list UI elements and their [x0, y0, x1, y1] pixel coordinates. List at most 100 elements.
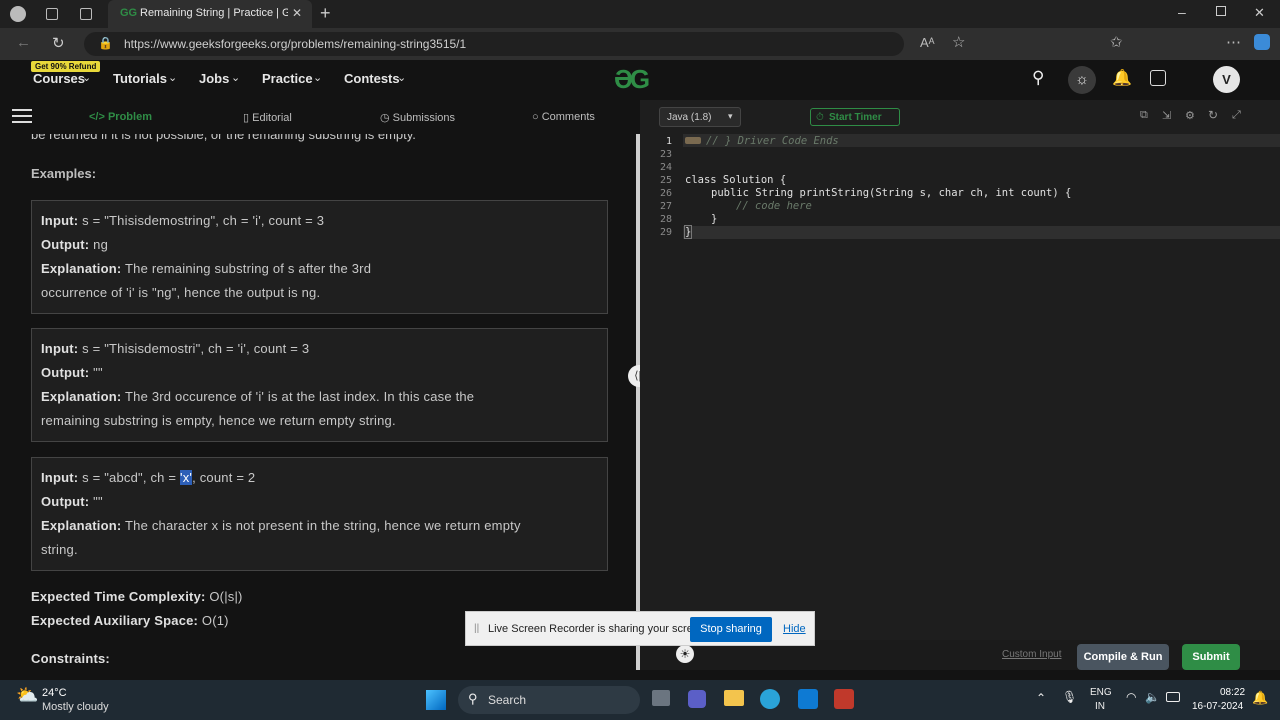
workspaces-icon[interactable] [46, 8, 58, 20]
nav-contests[interactable]: Contests [344, 71, 400, 86]
selected-text: 'x' [180, 470, 193, 485]
problem-tabs: </> Problem ▯ Editorial ◷ Submissions ○ … [0, 100, 636, 134]
lock-icon[interactable]: 🔒 [98, 36, 113, 50]
line-number: 24 [659, 162, 672, 173]
tab-comments[interactable]: ○ Comments [532, 111, 595, 123]
wifi-icon[interactable]: ◠ [1126, 690, 1136, 704]
time-complexity-value: O(|s|) [209, 589, 243, 604]
example-input-rest: , count = 2 [192, 470, 256, 485]
language-ind[interactable]: ENG [1090, 687, 1112, 698]
tab-submissions[interactable]: ◷ Submissions [380, 111, 455, 124]
maximize-icon[interactable] [1216, 6, 1226, 16]
close-window-icon[interactable]: ✕ [1254, 5, 1265, 21]
gfg-logo-icon[interactable]: ƏG [614, 64, 650, 95]
example-input: s = "abcd", ch = [82, 470, 181, 485]
fullscreen-icon[interactable]: ⤢ [1232, 109, 1241, 122]
search-label: Search [488, 693, 527, 707]
bell-icon[interactable]: 🔔 [1112, 68, 1132, 88]
drag-handle-icon[interactable]: || [474, 623, 479, 634]
explanation-label: Explanation: [41, 261, 122, 276]
submit-button[interactable]: Submit [1182, 644, 1240, 670]
example-explanation: The character x is not present in the st… [125, 518, 521, 533]
edge-icon[interactable] [760, 689, 780, 709]
close-tab-icon[interactable]: ✕ [292, 6, 302, 20]
copilot-icon[interactable] [1254, 34, 1270, 50]
input-label: Input: [41, 470, 79, 485]
copy-icon[interactable]: ⧉ [1140, 109, 1148, 122]
favorites-icon[interactable]: ✩ [1110, 33, 1123, 51]
code-comment: // code here [736, 200, 812, 212]
reset-icon[interactable]: ↻ [1208, 108, 1218, 122]
hide-link[interactable]: Hide [783, 623, 806, 635]
read-aloud-icon[interactable]: Aᴬ [920, 35, 935, 50]
minimize-icon[interactable]: – [1178, 4, 1186, 20]
tab-actions-icon[interactable] [80, 8, 92, 20]
compile-run-button[interactable]: Compile & Run [1077, 644, 1169, 670]
vscode-icon[interactable] [798, 689, 818, 709]
language-region: IN [1095, 701, 1105, 712]
output-label: Output: [41, 365, 90, 380]
volume-icon[interactable]: 🔈 [1145, 690, 1160, 704]
stop-sharing-button[interactable]: Stop sharing [690, 617, 772, 642]
export-icon[interactable]: ⇲ [1162, 109, 1171, 122]
bulb-icon[interactable]: ☀ [676, 645, 694, 663]
nav-jobs[interactable]: Jobs [199, 71, 229, 86]
tab-comments-label: Comments [541, 111, 595, 123]
url-field[interactable]: 🔒 https://www.geeksforgeeks.org/problems… [84, 32, 904, 56]
explanation-label: Explanation: [41, 389, 122, 404]
settings-icon[interactable]: ⚙ [1185, 109, 1195, 122]
weather-icon[interactable]: ⛅ [16, 685, 38, 706]
avatar[interactable]: V [1213, 66, 1240, 93]
chevron-up-icon[interactable]: ⌃ [1036, 691, 1046, 705]
nav-courses[interactable]: Courses [33, 71, 85, 86]
back-icon[interactable]: ← [16, 34, 31, 51]
tab-problem[interactable]: </> Problem [89, 111, 152, 123]
constraints-heading: Constraints: [31, 651, 110, 666]
example-explanation: The remaining substring of s after the 3… [125, 261, 372, 276]
clock-time[interactable]: 08:22 [1220, 687, 1245, 698]
code-class-line: class Solution { [685, 174, 787, 186]
code-brace: } [711, 213, 718, 225]
example-explanation-cont: occurrence of 'i' is "ng", hence the out… [41, 285, 321, 300]
refresh-icon[interactable]: ↻ [52, 34, 65, 52]
translate-icon[interactable] [1150, 70, 1166, 86]
example-input: s = "Thisisdemostring", ch = 'i', count … [82, 213, 325, 228]
example-card: Input: s = "Thisisdemostri", ch = 'i', c… [31, 328, 608, 442]
task-view-icon[interactable] [652, 690, 670, 706]
notification-bell-icon[interactable]: 🔔 [1252, 690, 1268, 706]
profile-icon[interactable] [10, 6, 26, 22]
book-icon: ▯ [243, 112, 253, 124]
search-icon[interactable]: ⚲ [1032, 68, 1044, 88]
code-area[interactable]: 1 23 24 25 26 27 28 29 // } Driver Code … [640, 134, 1280, 244]
custom-input-link[interactable]: Custom Input [1002, 649, 1061, 660]
taskbar-search[interactable]: ⚲ Search [458, 686, 640, 714]
language-select[interactable]: Java (1.8) ▾ [659, 107, 741, 127]
windows-start-icon[interactable] [426, 690, 446, 710]
hamburger-icon[interactable] [12, 109, 32, 111]
space-complexity-value: O(1) [201, 613, 229, 628]
example-card: Input: s = "abcd", ch = 'x', count = 2 O… [31, 457, 608, 571]
active-tab[interactable]: GG Remaining String | Practice | Geeks ✕ [108, 0, 312, 28]
start-timer-button[interactable]: ⏱ Start Timer [810, 108, 900, 126]
code-editor-panel: Java (1.8) ▾ ⏱ Start Timer ⧉ ⇲ ⚙ ↻ ⤢ 1 2… [640, 100, 1280, 670]
favorite-icon[interactable]: ☆ [952, 33, 965, 51]
microphone-icon[interactable]: 🎙 [1062, 690, 1077, 704]
clapper-app-icon[interactable] [834, 689, 854, 709]
example-output: ng [93, 237, 109, 252]
chevron-down-icon: ⌄ [82, 72, 92, 84]
input-label: Input: [41, 341, 79, 356]
comment-icon: ○ [532, 111, 542, 123]
fold-marker-icon[interactable] [685, 137, 701, 144]
chevron-down-icon: ⌄ [231, 72, 241, 84]
theme-toggle-icon[interactable]: ☼ [1068, 66, 1096, 94]
more-icon[interactable]: ⋯ [1226, 33, 1241, 51]
nav-tutorials[interactable]: Tutorials [113, 71, 167, 86]
tab-editorial[interactable]: ▯ Editorial [243, 111, 292, 124]
nav-practice[interactable]: Practice [262, 71, 313, 86]
file-explorer-icon[interactable] [724, 690, 744, 706]
new-tab-icon[interactable]: + [320, 3, 331, 24]
output-label: Output: [41, 237, 90, 252]
site-nav: Get 90% Refund Courses ⌄ Tutorials ⌄ Job… [0, 60, 1280, 100]
teams-icon[interactable] [688, 690, 706, 708]
battery-icon[interactable] [1166, 692, 1180, 702]
